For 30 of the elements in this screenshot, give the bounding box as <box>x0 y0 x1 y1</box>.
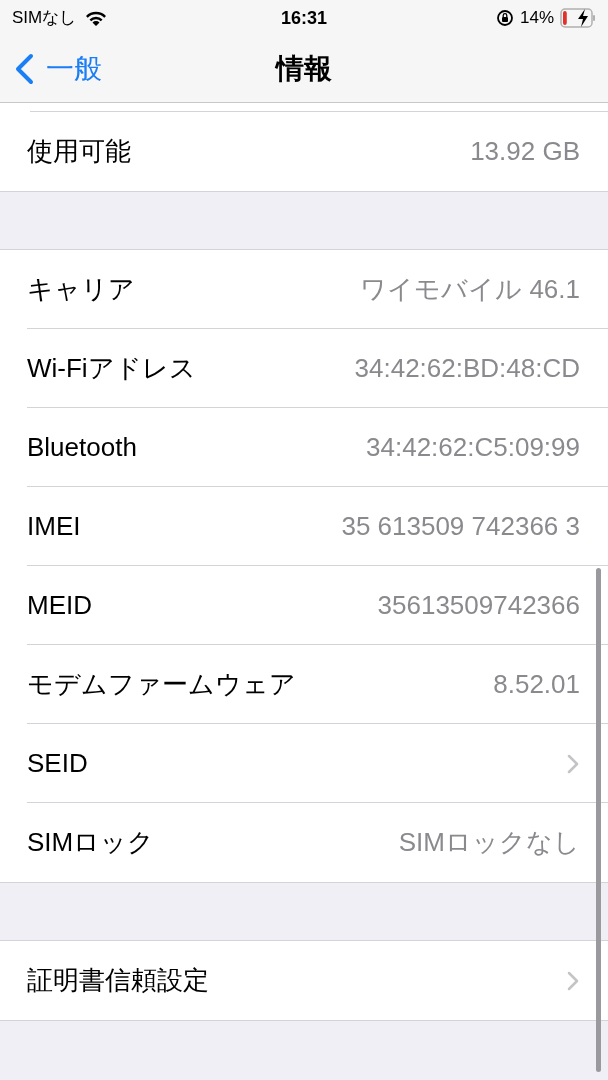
row-label: SEID <box>27 747 88 780</box>
row-value: 35613509742366 <box>377 589 580 622</box>
row-label: キャリア <box>27 273 135 306</box>
row-label: MEID <box>27 589 92 622</box>
row-label: SIMロック <box>27 826 155 859</box>
row-label: Bluetooth <box>27 431 137 464</box>
page-title: 情報 <box>276 52 332 86</box>
row-value: 34:42:62:BD:48:CD <box>354 352 580 385</box>
chevron-right-icon <box>566 969 580 992</box>
clock-text: 16:31 <box>281 6 327 30</box>
row-value: SIMロックなし <box>398 826 580 859</box>
row-value: 13.92 GB <box>470 135 580 168</box>
row-label: 使用可能 <box>27 135 131 168</box>
row-label: Wi-Fiアドレス <box>27 352 196 385</box>
orientation-lock-icon <box>495 9 514 27</box>
row-value: 34:42:62:C5:09:99 <box>366 431 580 464</box>
row-value: ワイモバイル 46.1 <box>360 273 580 306</box>
row-value: 35 613509 742366 3 <box>341 510 580 543</box>
settings-row[interactable]: SEID <box>0 724 608 803</box>
row-value: 8.52.01 <box>493 668 580 701</box>
row-label: 証明書信頼設定 <box>27 964 209 997</box>
row-label: モデムファームウェア <box>27 668 296 701</box>
battery-percent-text: 14% <box>519 7 554 30</box>
carrier-text: SIMなし <box>12 7 77 30</box>
chevron-left-icon <box>14 53 34 85</box>
row-label: IMEI <box>27 510 81 543</box>
settings-row[interactable]: 証明書信頼設定 <box>0 941 608 1020</box>
battery-icon <box>560 7 596 29</box>
back-button[interactable]: 一般 <box>0 48 102 90</box>
chevron-right-icon <box>566 752 580 775</box>
